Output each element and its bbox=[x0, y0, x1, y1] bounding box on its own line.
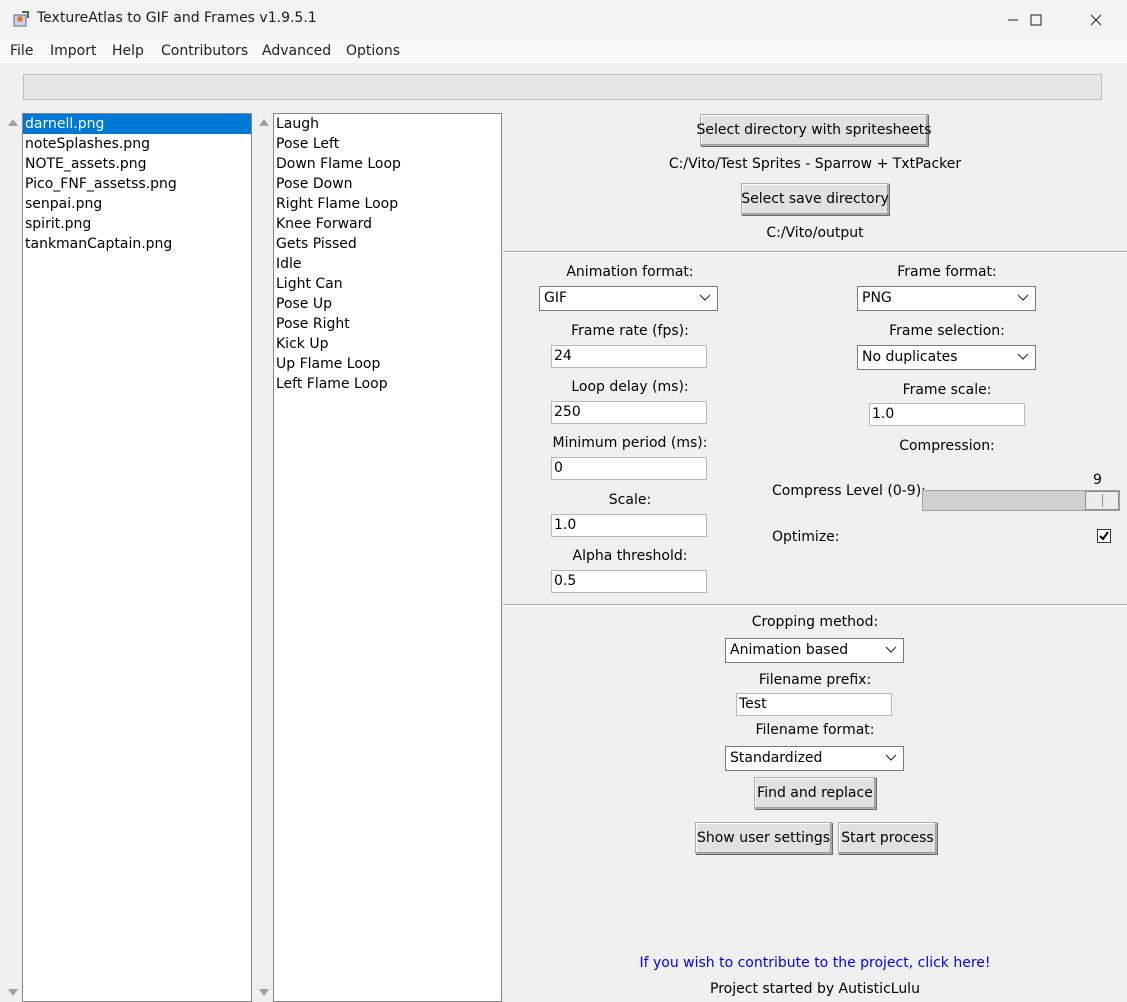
frame-format-label: Frame format: bbox=[897, 264, 997, 280]
loop-delay-input[interactable]: 250 bbox=[551, 401, 707, 424]
menu-contributors[interactable]: Contributors bbox=[161, 43, 248, 59]
frame-format-value: PNG bbox=[862, 290, 892, 306]
chevron-down-icon bbox=[1017, 294, 1029, 301]
frame-scale-label: Frame scale: bbox=[902, 382, 992, 398]
spritesheet-list-item[interactable]: darnell.png bbox=[23, 114, 251, 134]
chevron-down-icon bbox=[1017, 353, 1029, 360]
menu-advanced[interactable]: Advanced bbox=[262, 43, 331, 59]
filename-format-select[interactable]: Standardized bbox=[725, 746, 904, 771]
alpha-threshold-input[interactable]: 0.5 bbox=[551, 570, 707, 593]
spritesheet-list-item[interactable]: NOTE_assets.png bbox=[23, 154, 251, 174]
spritesheet-list-item[interactable]: senpai.png bbox=[23, 194, 251, 214]
animation-list-item[interactable]: Right Flame Loop bbox=[274, 194, 501, 214]
select-output-directory-button[interactable]: Select save directory bbox=[741, 183, 889, 215]
compress-level-label: Compress Level (0-9): bbox=[772, 483, 926, 499]
close-button[interactable] bbox=[1073, 0, 1119, 39]
loop-delay-label: Loop delay (ms): bbox=[571, 379, 689, 395]
spritesheet-scrollbar[interactable] bbox=[4, 113, 22, 1002]
scale-label: Scale: bbox=[608, 492, 652, 508]
cropping-method-value: Animation based bbox=[730, 642, 849, 658]
animation-format-select[interactable]: GIF bbox=[539, 286, 718, 311]
animation-list[interactable]: Laugh Pose Left Down Flame Loop Pose Down Ri… bbox=[273, 113, 502, 1002]
animation-list-item[interactable]: Pose Left bbox=[274, 134, 501, 154]
spritesheet-list-item[interactable]: spirit.png bbox=[23, 214, 251, 234]
project-credit: Project started by AutisticLulu bbox=[710, 981, 920, 997]
cropping-method-label: Cropping method: bbox=[751, 614, 879, 630]
checkmark-icon bbox=[1099, 531, 1109, 541]
show-user-settings-button[interactable]: Show user settings bbox=[695, 822, 832, 854]
frame-rate-input[interactable]: 24 bbox=[551, 345, 707, 368]
compression-label: Compression: bbox=[899, 438, 995, 454]
compress-level-handle[interactable] bbox=[1085, 491, 1119, 510]
menu-import[interactable]: Import bbox=[50, 43, 96, 59]
chevron-down-icon bbox=[885, 754, 897, 761]
optimize-checkbox[interactable] bbox=[1097, 529, 1111, 543]
scroll-up-icon[interactable] bbox=[259, 119, 269, 126]
frame-selection-select[interactable]: No duplicates bbox=[857, 345, 1036, 370]
animation-list-item[interactable]: Light Can bbox=[274, 274, 501, 294]
menu-options[interactable]: Options bbox=[346, 43, 400, 59]
separator bbox=[503, 604, 1127, 606]
frame-selection-value: No duplicates bbox=[862, 349, 958, 365]
app-icon bbox=[12, 10, 30, 28]
scroll-down-icon[interactable] bbox=[8, 989, 18, 996]
frame-format-select[interactable]: PNG bbox=[857, 286, 1036, 311]
animation-list-item[interactable]: Gets Pissed bbox=[274, 234, 501, 254]
spritesheet-list[interactable]: darnell.png noteSplashes.png NOTE_assets.p… bbox=[22, 113, 252, 1002]
filename-prefix-input[interactable]: Test bbox=[736, 693, 892, 716]
filename-prefix-label: Filename prefix: bbox=[758, 672, 872, 688]
progress-bar bbox=[23, 74, 1102, 100]
scroll-up-icon[interactable] bbox=[8, 119, 18, 126]
animation-list-item[interactable]: Pose Down bbox=[274, 174, 501, 194]
animation-list-item[interactable]: Left Flame Loop bbox=[274, 374, 501, 394]
animation-list-item[interactable]: Laugh bbox=[274, 114, 501, 134]
minimum-period-input[interactable]: 0 bbox=[551, 457, 707, 480]
frame-selection-label: Frame selection: bbox=[889, 323, 1005, 339]
menu-help[interactable]: Help bbox=[112, 43, 144, 59]
animation-list-item[interactable]: Pose Right bbox=[274, 314, 501, 334]
separator bbox=[503, 251, 1127, 253]
optimize-label: Optimize: bbox=[772, 529, 840, 545]
close-icon bbox=[1090, 14, 1102, 25]
start-process-button[interactable]: Start process bbox=[838, 822, 937, 854]
animation-format-label: Animation format: bbox=[566, 264, 694, 280]
maximize-icon bbox=[1030, 14, 1042, 25]
chevron-down-icon bbox=[885, 646, 897, 653]
compress-level-value: 9 bbox=[1093, 472, 1102, 488]
scroll-down-icon[interactable] bbox=[259, 989, 269, 996]
contribute-link[interactable]: If you wish to contribute to the project… bbox=[503, 955, 1127, 971]
input-directory-path: C:/Vito/Test Sprites - Sparrow + TxtPack… bbox=[668, 156, 962, 172]
chevron-down-icon bbox=[699, 294, 711, 301]
output-directory-path: C:/Vito/output bbox=[766, 225, 864, 241]
animation-list-item[interactable]: Up Flame Loop bbox=[274, 354, 501, 374]
spritesheet-list-item[interactable]: Pico_FNF_assetss.png bbox=[23, 174, 251, 194]
minimum-period-label: Minimum period (ms): bbox=[552, 435, 708, 451]
animation-list-item[interactable]: Knee Forward bbox=[274, 214, 501, 234]
filename-format-label: Filename format: bbox=[755, 722, 875, 738]
find-and-replace-button[interactable]: Find and replace bbox=[754, 777, 876, 809]
animation-format-value: GIF bbox=[544, 290, 568, 306]
frame-scale-input[interactable]: 1.0 bbox=[869, 403, 1025, 426]
cropping-method-select[interactable]: Animation based bbox=[725, 638, 904, 663]
animation-list-item[interactable]: Pose Up bbox=[274, 294, 501, 314]
select-input-directory-button[interactable]: Select directory with spritesheets bbox=[697, 114, 932, 146]
scale-input[interactable]: 1.0 bbox=[551, 514, 707, 537]
maximize-button[interactable] bbox=[1013, 0, 1059, 39]
animation-list-item[interactable]: Idle bbox=[274, 254, 501, 274]
animation-list-item[interactable]: Down Flame Loop bbox=[274, 154, 501, 174]
frame-rate-label: Frame rate (fps): bbox=[571, 323, 689, 339]
filename-format-value: Standardized bbox=[730, 750, 823, 766]
animation-list-item[interactable]: Kick Up bbox=[274, 334, 501, 354]
menu-file[interactable]: File bbox=[10, 43, 33, 59]
animation-scrollbar[interactable] bbox=[255, 113, 273, 1002]
spritesheet-list-item[interactable]: tankmanCaptain.png bbox=[23, 234, 251, 254]
alpha-threshold-label: Alpha threshold: bbox=[572, 548, 688, 564]
spritesheet-list-item[interactable]: noteSplashes.png bbox=[23, 134, 251, 154]
window-title: TextureAtlas to GIF and Frames v1.9.5.1 bbox=[37, 10, 317, 26]
